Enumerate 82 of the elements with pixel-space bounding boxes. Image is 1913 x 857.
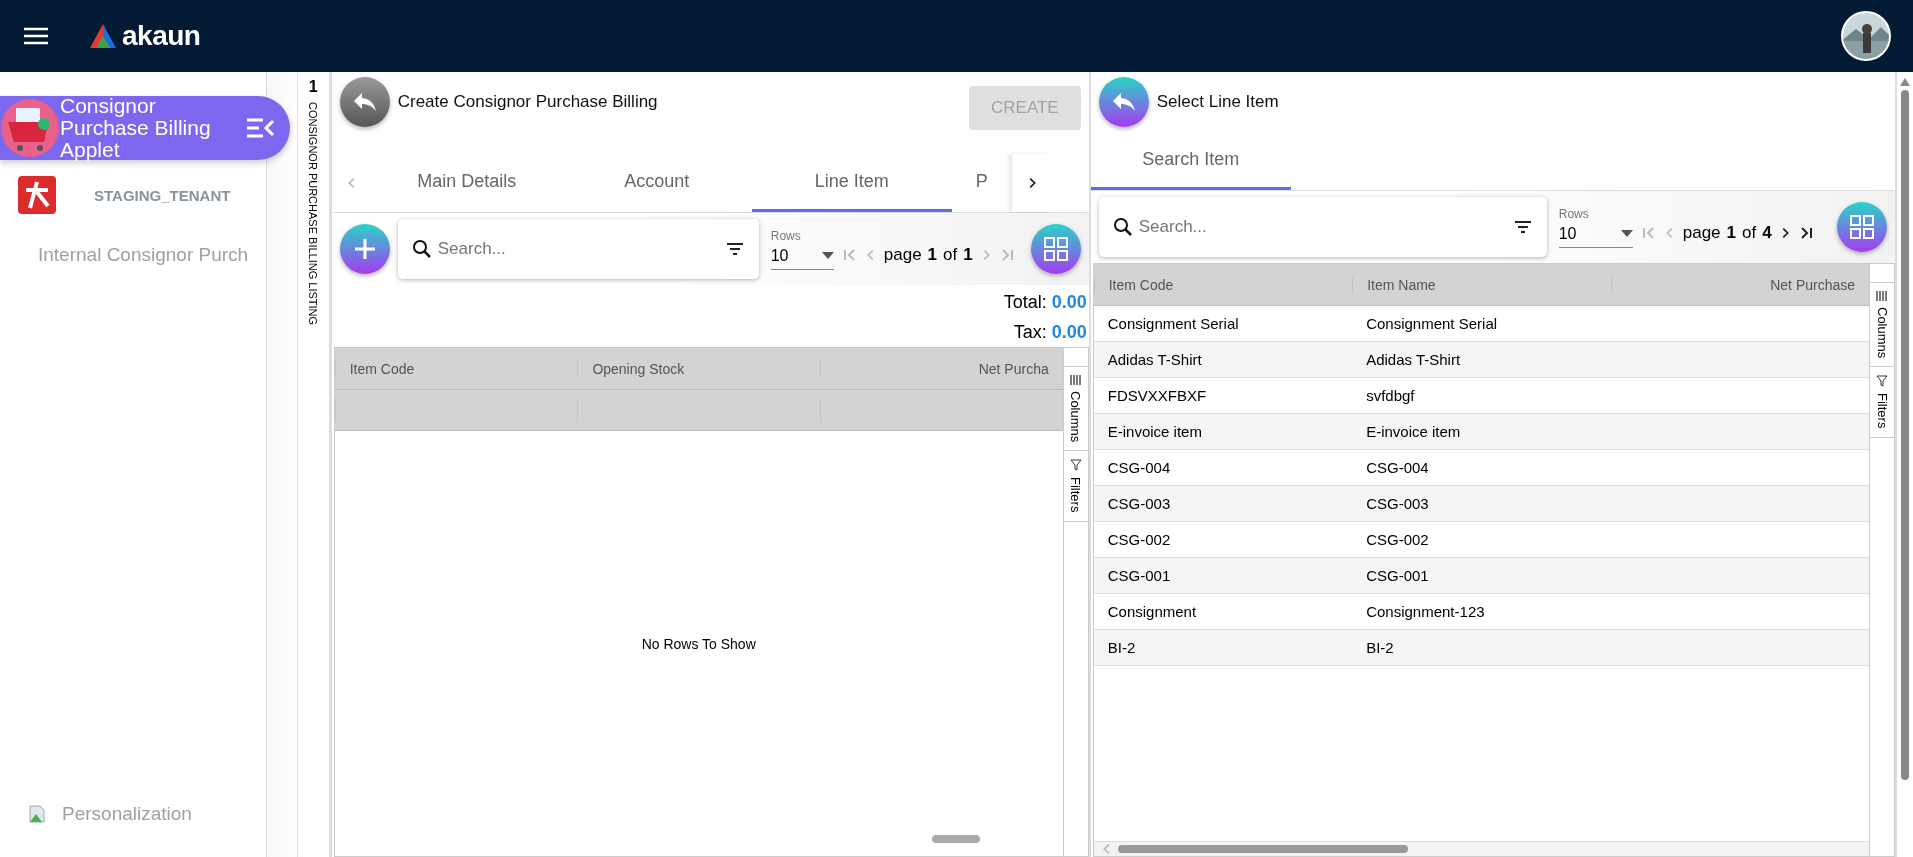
table-cell-text: CSG-004 [1106,459,1172,476]
page-label: page [883,245,922,265]
column-header[interactable]: Item Code [334,360,578,377]
tab[interactable]: Main Details [371,154,562,212]
grid-view-icon [1849,214,1876,240]
logo-icon [88,22,118,50]
table-cell-text: BI-2 [1365,639,1395,656]
table-cell-text: svfdbgf [1365,387,1416,404]
scrollbar-thumb[interactable] [1117,845,1408,853]
back-button[interactable] [339,77,390,127]
table-cell-text: CSG-003 [1106,495,1172,512]
first-page-icon[interactable] [1640,225,1657,241]
rows-select[interactable]: 10 [770,242,834,270]
rows-label: Rows [1558,206,1590,221]
table-cell-text: FDSVXXFBXF [1106,387,1208,404]
table-cell-text: CSG-001 [1365,567,1430,584]
add-button[interactable] [339,224,390,274]
applet-title: Consignor Purchase Billing Applet [60,95,212,161]
current-page: 1 [1726,223,1736,243]
listing-count: 1 [308,78,318,96]
of-label: of [943,245,958,265]
table-cell-text: CSG-001 [1106,567,1172,584]
filter-icon[interactable] [724,241,745,257]
listing-label[interactable]: CONSIGNOR PURCHASE BILLING LISTING [307,102,320,326]
tab[interactable]: P [951,154,1012,212]
table-cell-text: Consignment-123 [1365,603,1486,620]
table-cell-text: Consignment [1106,603,1198,620]
first-page-icon[interactable] [841,247,858,263]
applet-banner[interactable]: Consignor Purchase Billing Applet [0,96,290,160]
table-cell-text: Adidas T-Shirt [1106,351,1203,368]
filter-icon[interactable] [1512,219,1533,235]
table-cell-text: Consignment Serial [1365,315,1499,332]
table-cell-text: CSG-003 [1365,495,1430,512]
rows-label: Rows [770,228,802,243]
page-label: page [1682,223,1721,243]
broken-image-icon [28,804,48,824]
table-cell-text: E-invoice item [1106,423,1203,440]
current-page: 1 [927,245,938,265]
filter-funnel-icon [1069,459,1082,472]
search-field[interactable]: Search... [435,238,721,260]
menu-icon[interactable] [22,26,50,46]
tenant-logo-icon [18,176,56,214]
column-header[interactable]: Item Name [1352,276,1611,293]
dropdown-caret-icon [1620,229,1633,238]
tab[interactable]: Account [561,154,752,212]
grid-view-icon [1042,236,1069,262]
rows-select[interactable]: 10 [1558,220,1633,248]
search-field[interactable]: Search... [1136,216,1509,238]
columns-icon [1069,375,1082,385]
columns-icon [1876,291,1889,301]
resize-handle[interactable] [931,835,980,843]
back-button[interactable] [1098,77,1149,127]
search-icon [1112,217,1133,237]
table-cell-text: CSG-002 [1365,531,1430,548]
tenant-name: STAGING_TENANT [94,186,231,204]
total-pages: 1 [963,245,973,265]
table-cell-text: E-invoice item [1365,423,1462,440]
collapse-menu-icon[interactable] [245,117,275,139]
scroll-up-icon[interactable] [1900,78,1911,86]
column-header[interactable]: Opening Stock [577,360,821,377]
total-line: Tax: 0.00 [1013,321,1087,344]
grid-view-button[interactable] [1030,224,1081,274]
table-cell-text: Adidas T-Shirt [1365,351,1462,368]
empty-message: No Rows To Show [641,635,756,652]
table-cell-text: CSG-002 [1106,531,1172,548]
shopping-cart-icon [0,98,60,158]
column-header[interactable]: Net Purcha [820,360,1063,377]
total-line: Total: 0.00 [1003,291,1087,314]
table-cell-text: CSG-004 [1365,459,1430,476]
filter-funnel-icon [1876,375,1889,388]
logo-text: akaun [122,20,201,52]
dropdown-caret-icon [821,251,834,260]
column-header[interactable]: Item Code [1093,276,1353,293]
total-pages: 4 [1762,223,1772,243]
table-cell-text: Consignment Serial [1106,315,1240,332]
of-label: of [1742,223,1757,243]
grid-view-button[interactable] [1837,202,1888,252]
panel-title: Create Consignor Purchase Billing [397,92,659,112]
search-icon [411,239,432,259]
panel-title: Select Line Item [1156,92,1280,112]
scrollbar-thumb[interactable] [1901,90,1910,780]
table-cell-text: BI-2 [1106,639,1137,656]
